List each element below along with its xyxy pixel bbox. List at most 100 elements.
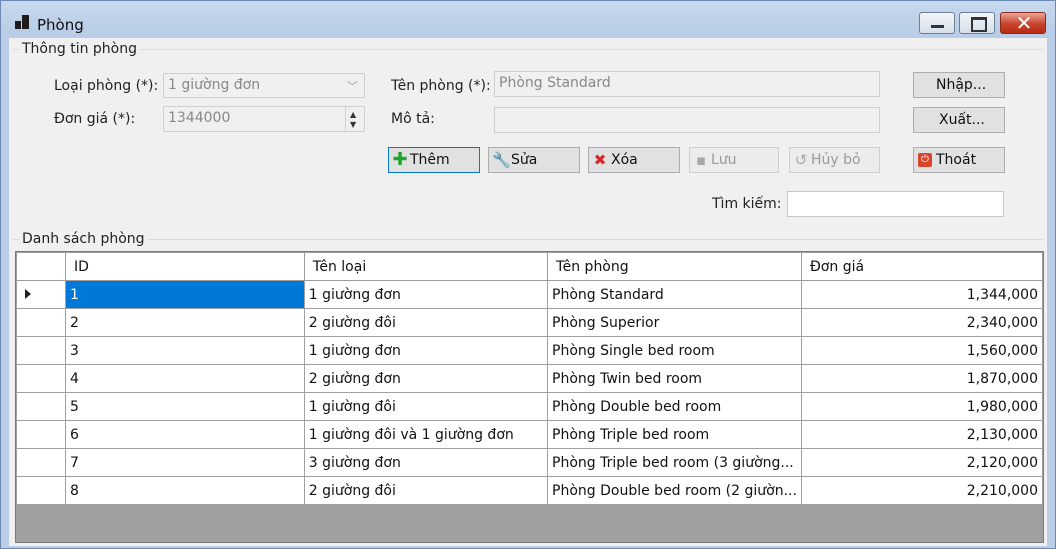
room-type-combobox[interactable]: 1 giường đơn ﹀ [163, 73, 365, 98]
room-name-field[interactable]: Phòng Standard [494, 71, 880, 97]
client-area: Thông tin phòng Loại phòng (*): 1 giường… [9, 38, 1047, 546]
search-label: Tìm kiếm: [712, 196, 782, 212]
row-header[interactable] [16, 476, 66, 505]
export-button[interactable]: Xuất... [913, 107, 1005, 133]
cell-id[interactable]: 5 [65, 392, 305, 421]
row-header[interactable] [16, 336, 66, 365]
cell-type-name[interactable]: 1 giường đơn [303, 336, 549, 365]
cell-price[interactable]: 2,210,000 [800, 476, 1044, 505]
table-row[interactable]: 22 giường đôi Phòng Superior 2,340,000 [16, 308, 1044, 337]
cell-id[interactable]: 3 [65, 336, 305, 365]
title-bar[interactable]: Phòng ✕ [1, 1, 1055, 37]
cell-room-name[interactable]: Phòng Double bed room [547, 392, 802, 421]
cancel-button[interactable]: ↺ Hủy bỏ [789, 147, 880, 173]
cell-type-name[interactable]: 1 giường đôi [303, 392, 549, 421]
cell-price[interactable]: 1,980,000 [800, 392, 1044, 421]
price-label: Đơn giá (*): [54, 111, 136, 127]
room-type-label: Loại phòng (*): [54, 78, 159, 94]
info-group-border [13, 49, 1043, 50]
cell-price[interactable]: 2,130,000 [800, 420, 1044, 449]
cell-price[interactable]: 2,340,000 [800, 308, 1044, 337]
app-icon [15, 15, 29, 29]
cell-type-name[interactable]: 1 giường đơn [303, 280, 549, 309]
cell-id[interactable]: 8 [65, 476, 305, 505]
row-header[interactable] [16, 280, 66, 309]
cell-id[interactable]: 7 [65, 448, 305, 477]
row-header[interactable] [16, 392, 66, 421]
plus-icon: ✚ [392, 149, 408, 170]
cell-id[interactable]: 6 [65, 420, 305, 449]
column-header-type-name[interactable]: Tên loại [303, 252, 549, 281]
cell-price[interactable]: 2,120,000 [800, 448, 1044, 477]
cell-price[interactable]: 1,870,000 [800, 364, 1044, 393]
chevron-down-icon[interactable]: ﹀ [347, 78, 358, 94]
room-type-value: 1 giường đơn [168, 77, 261, 93]
cell-id[interactable]: 2 [65, 308, 305, 337]
column-header-price[interactable]: Đơn giá [800, 252, 1044, 281]
price-value: 1344000 [168, 110, 231, 126]
wrench-icon: 🔧 [492, 151, 511, 169]
minimize-button[interactable] [919, 12, 955, 34]
spin-up-icon[interactable]: ▲ [350, 110, 356, 119]
table-row[interactable]: 61 giường đôi và 1 giường đơn Phòng Tripl… [16, 420, 1044, 449]
cell-type-name[interactable]: 3 giường đơn [303, 448, 549, 477]
edit-button-label: Sửa [511, 152, 538, 168]
cell-room-name[interactable]: Phòng Triple bed room [547, 420, 802, 449]
room-grid[interactable]: ID Tên loại Tên phòng Đơn giá 11 giường … [15, 251, 1044, 543]
current-row-arrow-icon [25, 289, 31, 299]
info-group-label: Thông tin phòng [20, 41, 139, 57]
table-row[interactable]: 42 giường đơn Phòng Twin bed room 1,870,00… [16, 364, 1044, 393]
maximize-icon [971, 17, 987, 32]
exit-button[interactable]: ⏻ Thoát [913, 147, 1005, 173]
delete-button[interactable]: ✖ Xóa [588, 147, 680, 173]
maximize-button[interactable] [959, 12, 995, 34]
description-label: Mô tả: [391, 111, 435, 127]
table-row[interactable]: 11 giường đơn Phòng Standard 1,344,000 [16, 280, 1044, 309]
table-body: 11 giường đơn Phòng Standard 1,344,000 2 2 g… [16, 280, 1044, 505]
add-button[interactable]: ✚ Thêm [388, 147, 480, 173]
cell-type-name[interactable]: 2 giường đôi [303, 308, 549, 337]
list-group-label: Danh sách phòng [20, 231, 147, 247]
cell-room-name[interactable]: Phòng Superior [547, 308, 802, 337]
save-button-label: Lưu [711, 152, 737, 168]
cell-room-name[interactable]: Phòng Double bed room (2 giườn... [547, 476, 802, 505]
minimize-icon [931, 25, 944, 28]
table-row[interactable]: 73 giường đơn Phòng Triple bed room (3 gi… [16, 448, 1044, 477]
cell-price[interactable]: 1,344,000 [800, 280, 1044, 309]
price-stepper[interactable]: 1344000 ▲ ▼ [163, 106, 365, 132]
row-header[interactable] [16, 448, 66, 477]
row-header[interactable] [16, 420, 66, 449]
table-row[interactable]: 31 giường đơn Phòng Single bed room 1,560,… [16, 336, 1044, 365]
cell-room-name[interactable]: Phòng Single bed room [547, 336, 802, 365]
undo-icon: ↺ [794, 151, 808, 169]
edit-button[interactable]: 🔧 Sửa [488, 147, 580, 173]
cell-room-name[interactable]: Phòng Standard [547, 280, 802, 309]
cell-type-name[interactable]: 2 giường đơn [303, 364, 549, 393]
spin-down-icon[interactable]: ▼ [350, 120, 356, 129]
cell-type-name[interactable]: 2 giường đôi [303, 476, 549, 505]
description-field[interactable] [494, 107, 880, 133]
column-header-id[interactable]: ID [65, 252, 305, 281]
window: Phòng ✕ Thông tin phòng Loại phòng (*): … [0, 0, 1056, 549]
room-table: ID Tên loại Tên phòng Đơn giá 11 giường … [16, 252, 1044, 505]
table-row[interactable]: 51 giường đôi Phòng Double bed room 1,980,… [16, 392, 1044, 421]
row-header-corner[interactable] [16, 252, 66, 281]
cell-type-name[interactable]: 1 giường đôi và 1 giường đơn [303, 420, 549, 449]
close-button[interactable]: ✕ [1000, 11, 1046, 35]
import-button[interactable]: Nhập... [913, 72, 1005, 98]
column-header-room-name[interactable]: Tên phòng [547, 252, 802, 281]
save-button[interactable]: ▪ Lưu [689, 147, 779, 173]
cell-id[interactable]: 1 [65, 280, 305, 309]
cell-room-name[interactable]: Phòng Triple bed room (3 giường... [547, 448, 802, 477]
row-header[interactable] [16, 364, 66, 393]
exit-button-label: Thoát [936, 152, 977, 168]
table-row[interactable]: 82 giường đôi Phòng Double bed room (2 gi… [16, 476, 1044, 505]
search-input[interactable] [787, 191, 1004, 217]
row-header[interactable] [16, 308, 66, 337]
cell-id[interactable]: 4 [65, 364, 305, 393]
floppy-icon: ▪ [695, 151, 707, 169]
cell-price[interactable]: 1,560,000 [800, 336, 1044, 365]
price-spin-buttons[interactable]: ▲ ▼ [345, 107, 364, 131]
x-icon: ✖ [593, 151, 607, 169]
cell-room-name[interactable]: Phòng Twin bed room [547, 364, 802, 393]
